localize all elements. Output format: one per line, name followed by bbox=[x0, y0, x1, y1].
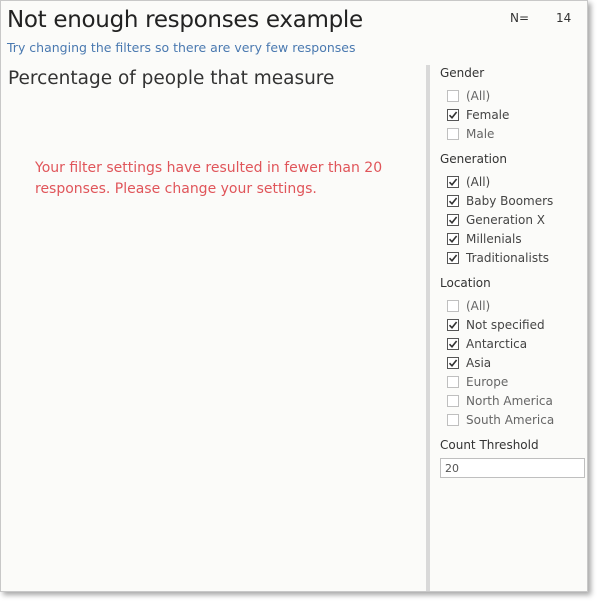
checkbox-icon[interactable] bbox=[447, 89, 459, 102]
checkbox-icon[interactable] bbox=[447, 318, 459, 331]
gender-option[interactable]: Male bbox=[440, 124, 586, 143]
page-subtitle: Try changing the filters so there are ve… bbox=[7, 40, 356, 55]
option-label: Europe bbox=[466, 374, 509, 389]
option-label: (All) bbox=[466, 174, 491, 189]
location-option[interactable]: South America bbox=[440, 410, 586, 429]
count-threshold-title: Count Threshold bbox=[440, 438, 539, 452]
location-option[interactable]: (All) bbox=[440, 296, 586, 315]
page-title: Not enough responses example bbox=[7, 7, 363, 33]
option-label: (All) bbox=[466, 298, 491, 313]
filter-panel: Gender (All) Female Male Generation (All) B… bbox=[440, 65, 586, 486]
option-label: Not specified bbox=[466, 317, 545, 332]
generation-option[interactable]: Traditionalists bbox=[440, 248, 586, 267]
dashboard-frame: Not enough responses example Try changin… bbox=[0, 0, 588, 592]
gender-options: (All) Female Male bbox=[440, 86, 586, 143]
checkbox-icon[interactable] bbox=[447, 232, 459, 245]
checkbox-icon[interactable] bbox=[447, 337, 459, 350]
gender-option[interactable]: (All) bbox=[440, 86, 586, 105]
option-label: South America bbox=[466, 412, 555, 427]
sheet-title: Percentage of people that measure bbox=[8, 68, 335, 89]
gender-filter-title: Gender bbox=[440, 66, 485, 80]
option-label: Traditionalists bbox=[466, 250, 550, 265]
location-option[interactable]: Europe bbox=[440, 372, 586, 391]
option-label: Generation X bbox=[466, 212, 545, 227]
count-threshold-input[interactable] bbox=[440, 458, 585, 478]
checkbox-icon[interactable] bbox=[447, 251, 459, 264]
checkbox-icon[interactable] bbox=[447, 394, 459, 407]
option-label: Millenials bbox=[466, 231, 522, 246]
option-label: North America bbox=[466, 393, 553, 408]
n-value: 14 bbox=[556, 11, 572, 25]
generation-option[interactable]: (All) bbox=[440, 172, 586, 191]
location-option[interactable]: Antarctica bbox=[440, 334, 586, 353]
checkbox-icon[interactable] bbox=[447, 108, 459, 121]
location-filter: Location (All) Not specified Antarctica Asi… bbox=[440, 275, 586, 429]
checkbox-icon[interactable] bbox=[447, 413, 459, 426]
warning-message: Your filter settings have resulted in fe… bbox=[35, 160, 383, 197]
gender-filter: Gender (All) Female Male bbox=[440, 65, 586, 143]
checkbox-icon[interactable] bbox=[447, 127, 459, 140]
location-options: (All) Not specified Antarctica Asia Europe No… bbox=[440, 296, 586, 429]
panel-divider bbox=[426, 65, 430, 591]
gender-option[interactable]: Female bbox=[440, 105, 586, 124]
n-label: N= bbox=[510, 11, 530, 25]
checkbox-icon[interactable] bbox=[447, 375, 459, 388]
checkbox-icon[interactable] bbox=[447, 299, 459, 312]
generation-option[interactable]: Generation X bbox=[440, 210, 586, 229]
checkbox-icon[interactable] bbox=[447, 356, 459, 369]
option-label: Female bbox=[466, 107, 510, 122]
option-label: Asia bbox=[466, 355, 492, 370]
option-label: Antarctica bbox=[466, 336, 528, 351]
generation-filter-title: Generation bbox=[440, 152, 507, 166]
checkbox-icon[interactable] bbox=[447, 194, 459, 207]
generation-filter: Generation (All) Baby Boomers Generation X… bbox=[440, 151, 586, 267]
count-threshold-filter: Count Threshold bbox=[440, 437, 586, 478]
option-label: (All) bbox=[466, 88, 491, 103]
generation-option[interactable]: Millenials bbox=[440, 229, 586, 248]
checkbox-icon[interactable] bbox=[447, 213, 459, 226]
location-option[interactable]: Not specified bbox=[440, 315, 586, 334]
checkbox-icon[interactable] bbox=[447, 175, 459, 188]
generation-options: (All) Baby Boomers Generation X Millenials T… bbox=[440, 172, 586, 267]
option-label: Male bbox=[466, 126, 495, 141]
location-option[interactable]: North America bbox=[440, 391, 586, 410]
generation-option[interactable]: Baby Boomers bbox=[440, 191, 586, 210]
location-option[interactable]: Asia bbox=[440, 353, 586, 372]
location-filter-title: Location bbox=[440, 276, 491, 290]
option-label: Baby Boomers bbox=[466, 193, 554, 208]
